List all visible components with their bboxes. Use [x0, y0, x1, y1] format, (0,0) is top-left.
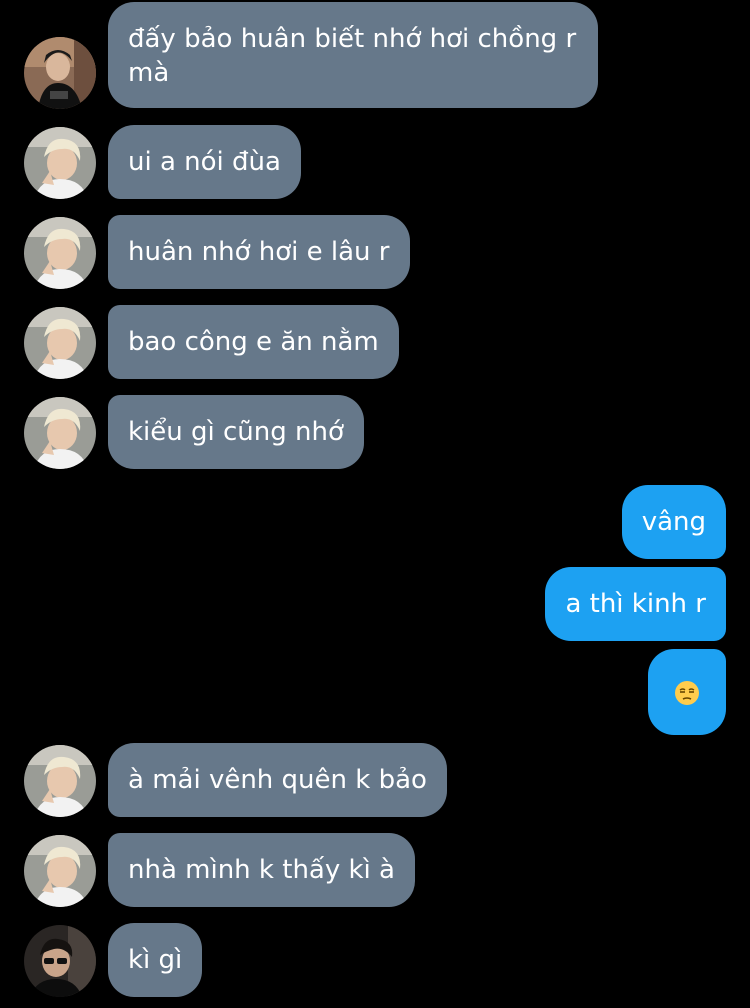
- avatar-blonde[interactable]: [24, 397, 96, 469]
- message-bubble[interactable]: bao công e ăn nằm: [108, 305, 399, 379]
- message-text: ui a nói đùa: [128, 147, 281, 177]
- message-bubble-outgoing[interactable]: a thì kinh r: [545, 567, 726, 641]
- message-bubble[interactable]: đấy bảo huân biết nhớ hơi chồng r mà: [108, 2, 598, 108]
- message-text: bao công e ăn nằm: [128, 327, 379, 357]
- message-bubble[interactable]: nhà mình k thấy kì à: [108, 833, 415, 907]
- message-text: huân nhớ hơi e lâu r: [128, 237, 390, 267]
- message-text: kiểu gì cũng nhớ: [128, 417, 344, 447]
- message-text: à mải vênh quên k bảo: [128, 765, 427, 795]
- avatar-blonde[interactable]: [24, 127, 96, 199]
- avatar-dark-glasses[interactable]: [24, 925, 96, 997]
- message-bubble[interactable]: kiểu gì cũng nhớ: [108, 395, 364, 469]
- avatar-blonde[interactable]: [24, 835, 96, 907]
- message-text: vâng: [641, 507, 706, 537]
- avatar-blonde[interactable]: [24, 307, 96, 379]
- avatar-dark-hair[interactable]: [24, 37, 96, 109]
- unamused-face-icon: [675, 680, 699, 705]
- message-text: kì gì: [128, 945, 183, 975]
- message-bubble[interactable]: huân nhớ hơi e lâu r: [108, 215, 410, 289]
- message-bubble[interactable]: ui a nói đùa: [108, 125, 301, 199]
- message-bubble[interactable]: kì gì: [108, 923, 203, 997]
- message-text: đấy bảo huân biết nhớ hơi chồng r mà: [128, 24, 577, 88]
- avatar-blonde[interactable]: [24, 745, 96, 817]
- chat-thread: đấy bảo huân biết nhớ hơi chồng r mà ui …: [0, 0, 750, 1008]
- message-text: nhà mình k thấy kì à: [128, 855, 395, 885]
- message-text: a thì kinh r: [565, 589, 706, 619]
- message-bubble[interactable]: à mải vênh quên k bảo: [108, 743, 447, 817]
- message-bubble-outgoing[interactable]: vâng: [621, 485, 726, 559]
- message-bubble-outgoing[interactable]: [648, 649, 726, 735]
- avatar-blonde[interactable]: [24, 217, 96, 289]
